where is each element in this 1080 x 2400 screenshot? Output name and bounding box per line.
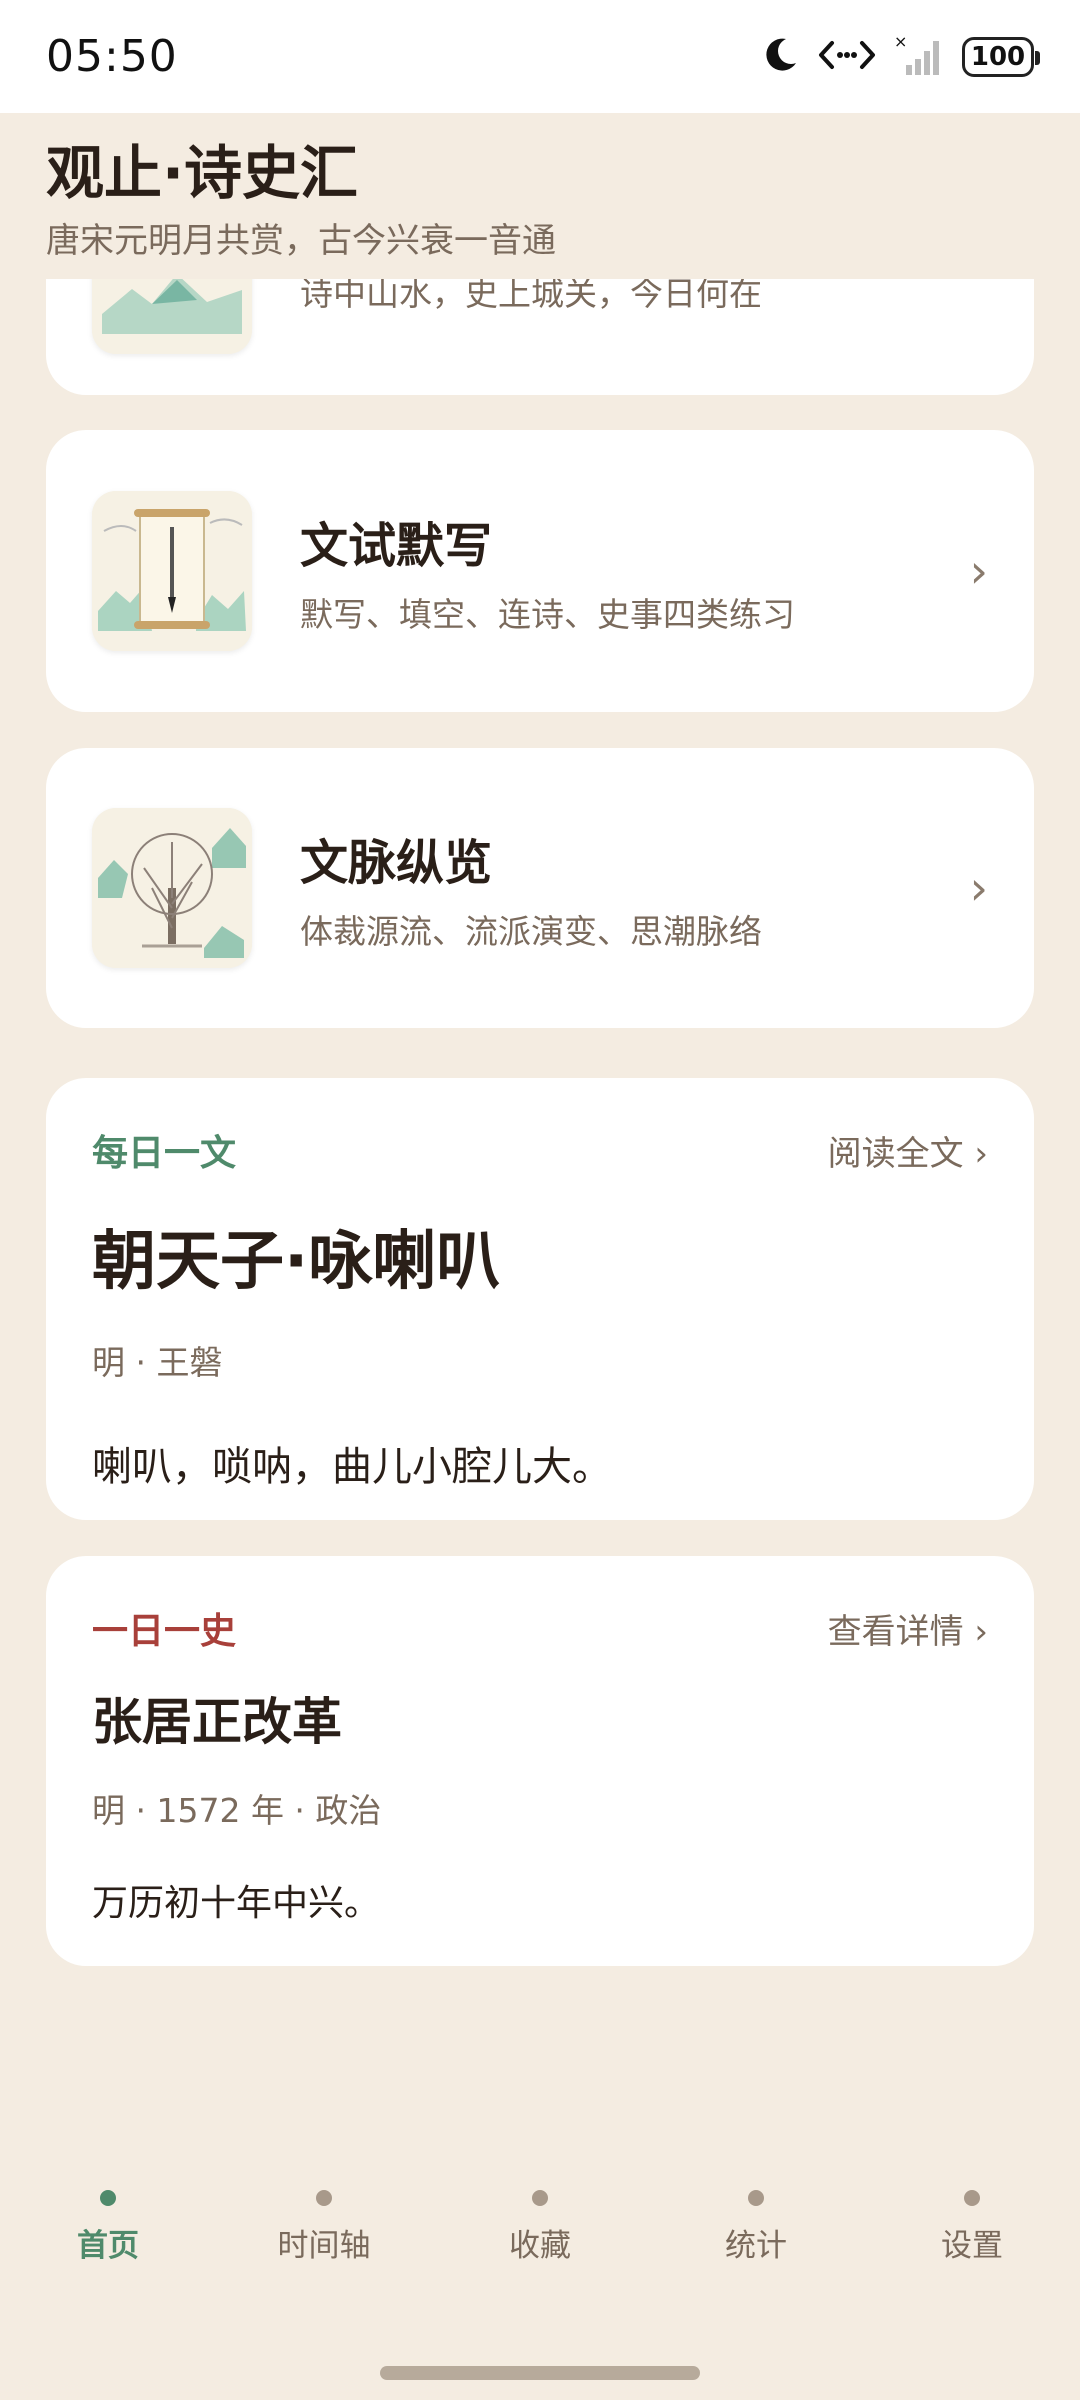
content-scroll-area[interactable]: 诗中山水，史上城关，今日何在 文试默写 默写、填空、连诗、史事四类练习 › 文脉… — [0, 279, 1080, 2139]
daily-history-card[interactable]: 一日一史 查看详情 › 张居正改革 明 · 1572 年 · 政治 万历初十年中… — [46, 1556, 1034, 1966]
feature-card-literary-overview[interactable]: 文脉纵览 体裁源流、流派演变、思潮脉络 › — [46, 748, 1034, 1028]
status-bar: 05:50 × 100 — [0, 0, 1080, 113]
section-head: 每日一文 阅读全文 › — [92, 1124, 988, 1176]
nav-label: 首页 — [77, 2228, 139, 2264]
chevron-right-icon: › — [969, 861, 988, 915]
poem-meta: 明 · 王磐 — [92, 1343, 223, 1382]
nav-label: 设置 — [941, 2228, 1003, 2264]
nav-dot-icon — [532, 2190, 548, 2206]
nav-item-favorites[interactable]: 收藏 — [432, 2150, 648, 2265]
nav-label: 收藏 — [509, 2228, 571, 2264]
feature-desc: 体裁源流、流派演变、思潮脉络 — [300, 912, 762, 951]
page-subtitle: 唐宋元明月共赏，古今兴衰一音通 — [46, 220, 556, 261]
daily-poem-tag: 每日一文 — [92, 1133, 237, 1174]
poem-title: 朝天子·咏喇叭 — [92, 1225, 501, 1299]
nav-label: 统计 — [725, 2228, 787, 2264]
nav-item-stats[interactable]: 统计 — [648, 2150, 864, 2265]
feature-desc: 默写、填空、连诗、史事四类练习 — [300, 595, 795, 634]
nav-item-settings[interactable]: 设置 — [864, 2150, 1080, 2265]
nav-dot-icon — [964, 2190, 980, 2206]
battery-level: 100 — [970, 41, 1026, 72]
read-full-text-link[interactable]: 阅读全文 › — [828, 1126, 988, 1175]
bottom-nav: 首页 时间轴 收藏 统计 设置 — [0, 2150, 1080, 2280]
status-time: 05:50 — [46, 31, 178, 82]
nav-dot-icon — [316, 2190, 332, 2206]
history-excerpt: 万历初十年中兴。 — [92, 1883, 381, 1924]
battery-icon: 100 — [962, 36, 1040, 77]
feature-card-dictation[interactable]: 文试默写 默写、填空、连诗、史事四类练习 › — [46, 430, 1034, 712]
section-head: 一日一史 查看详情 › — [92, 1602, 988, 1654]
nav-dot-icon — [748, 2190, 764, 2206]
svg-text:×: × — [894, 33, 907, 51]
tree-icon — [92, 808, 252, 968]
signal-icon: × — [894, 32, 944, 81]
feature-title: 文试默写 — [300, 518, 493, 574]
nav-dot-icon — [100, 2190, 116, 2206]
moon-icon — [760, 35, 800, 79]
page-title: 观止·诗史汇 — [46, 139, 359, 207]
poem-excerpt: 喇叭，唢呐，曲儿小腔儿大。 — [92, 1444, 612, 1490]
app-header: 观止·诗史汇 唐宋元明月共赏，古今兴衰一音通 — [0, 113, 1080, 279]
view-details-link[interactable]: 查看详情 › — [828, 1604, 988, 1653]
nav-item-home[interactable]: 首页 — [0, 2150, 216, 2265]
history-meta: 明 · 1572 年 · 政治 — [92, 1791, 382, 1830]
history-title: 张居正改革 — [92, 1693, 342, 1751]
home-indicator[interactable] — [380, 2366, 700, 2380]
feature-desc: 诗中山水，史上城关，今日何在 — [300, 279, 762, 313]
feature-text: 文脉纵览 体裁源流、流派演变、思潮脉络 — [300, 823, 950, 953]
feature-title: 文脉纵览 — [300, 835, 493, 891]
nav-label: 时间轴 — [277, 2228, 371, 2264]
nav-item-timeline[interactable]: 时间轴 — [216, 2150, 432, 2265]
data-transfer-icon — [818, 35, 876, 79]
status-icons: × 100 — [760, 32, 1040, 81]
scroll-brush-icon — [92, 491, 252, 651]
feature-card-landscape[interactable]: 诗中山水，史上城关，今日何在 — [46, 279, 1034, 395]
daily-poem-card[interactable]: 每日一文 阅读全文 › 朝天子·咏喇叭 明 · 王磐 喇叭，唢呐，曲儿小腔儿大。 — [46, 1078, 1034, 1520]
landscape-thumb-icon — [92, 279, 252, 354]
daily-history-tag: 一日一史 — [92, 1611, 237, 1652]
feature-text: 诗中山水，史上城关，今日何在 — [300, 279, 988, 315]
feature-text: 文试默写 默写、填空、连诗、史事四类练习 — [300, 506, 950, 636]
chevron-right-icon: › — [969, 544, 988, 598]
